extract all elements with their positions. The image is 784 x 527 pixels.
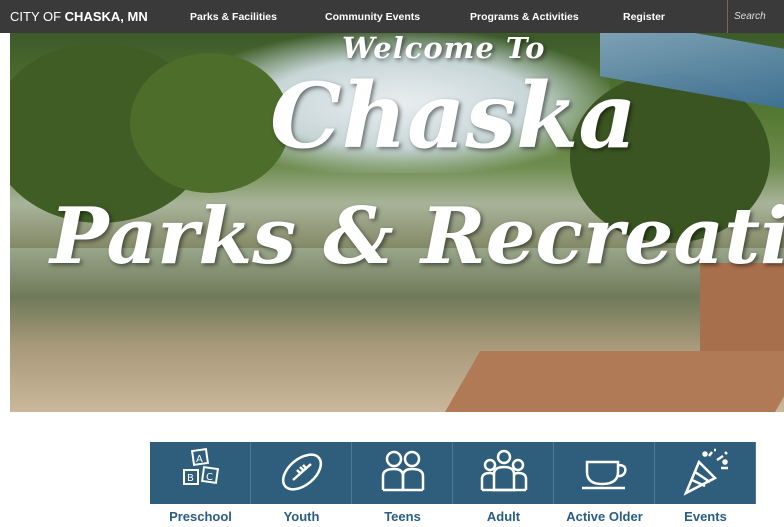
party-popper-icon — [683, 448, 728, 496]
site-brand[interactable]: CITY OF CHASKA, MN — [10, 9, 148, 24]
hero-dock — [439, 351, 784, 412]
svg-text:C: C — [206, 472, 213, 483]
category-label-teens[interactable]: Teens — [352, 509, 453, 524]
search-input[interactable] — [734, 8, 780, 24]
nav-register[interactable]: Register — [623, 11, 665, 23]
category-label-events[interactable]: Events — [655, 509, 756, 524]
adult-tile[interactable] — [453, 442, 554, 504]
hero-tree — [130, 53, 290, 193]
hero-welcome-text: Welcome To — [342, 33, 546, 65]
youth-tile[interactable] — [251, 442, 352, 504]
top-navigation-bar: CITY OF CHASKA, MN Parks & Facilities Co… — [0, 0, 784, 33]
coffee-cup-icon — [582, 460, 627, 490]
hero-banner: Welcome To Chaska Parks & Recreation — [10, 33, 784, 412]
category-label-preschool[interactable]: Preschool — [150, 509, 251, 524]
category-tiles: A B C — [150, 442, 758, 504]
active-older-tile[interactable] — [554, 442, 655, 504]
teens-tile[interactable] — [352, 442, 453, 504]
category-label-active-older[interactable]: Active Older — [554, 509, 655, 524]
abc-blocks-icon: A B C — [183, 448, 220, 485]
svg-text:A: A — [196, 454, 203, 465]
nav-programs-activities[interactable]: Programs & Activities — [470, 11, 579, 23]
events-tile[interactable] — [655, 442, 756, 504]
hero-subtitle-text: Parks & Recreation — [50, 191, 784, 282]
nav-parks-facilities[interactable]: Parks & Facilities — [190, 11, 277, 23]
category-label-youth[interactable]: Youth — [251, 509, 352, 524]
preschool-tile[interactable]: A B C — [150, 442, 251, 504]
svg-text:B: B — [187, 473, 194, 484]
nav-community-events[interactable]: Community Events — [325, 11, 420, 23]
search-box — [727, 0, 784, 33]
adults-icon — [480, 449, 528, 492]
brand-name: CHASKA, MN — [64, 9, 148, 24]
category-label-adult[interactable]: Adult — [453, 509, 554, 524]
brand-prefix: CITY OF — [10, 9, 62, 24]
hero-title-text: Chaska — [270, 63, 637, 169]
category-labels: Preschool Youth Teens Adult Active Older… — [150, 509, 758, 524]
teens-icon — [381, 450, 425, 492]
football-icon — [281, 453, 323, 491]
